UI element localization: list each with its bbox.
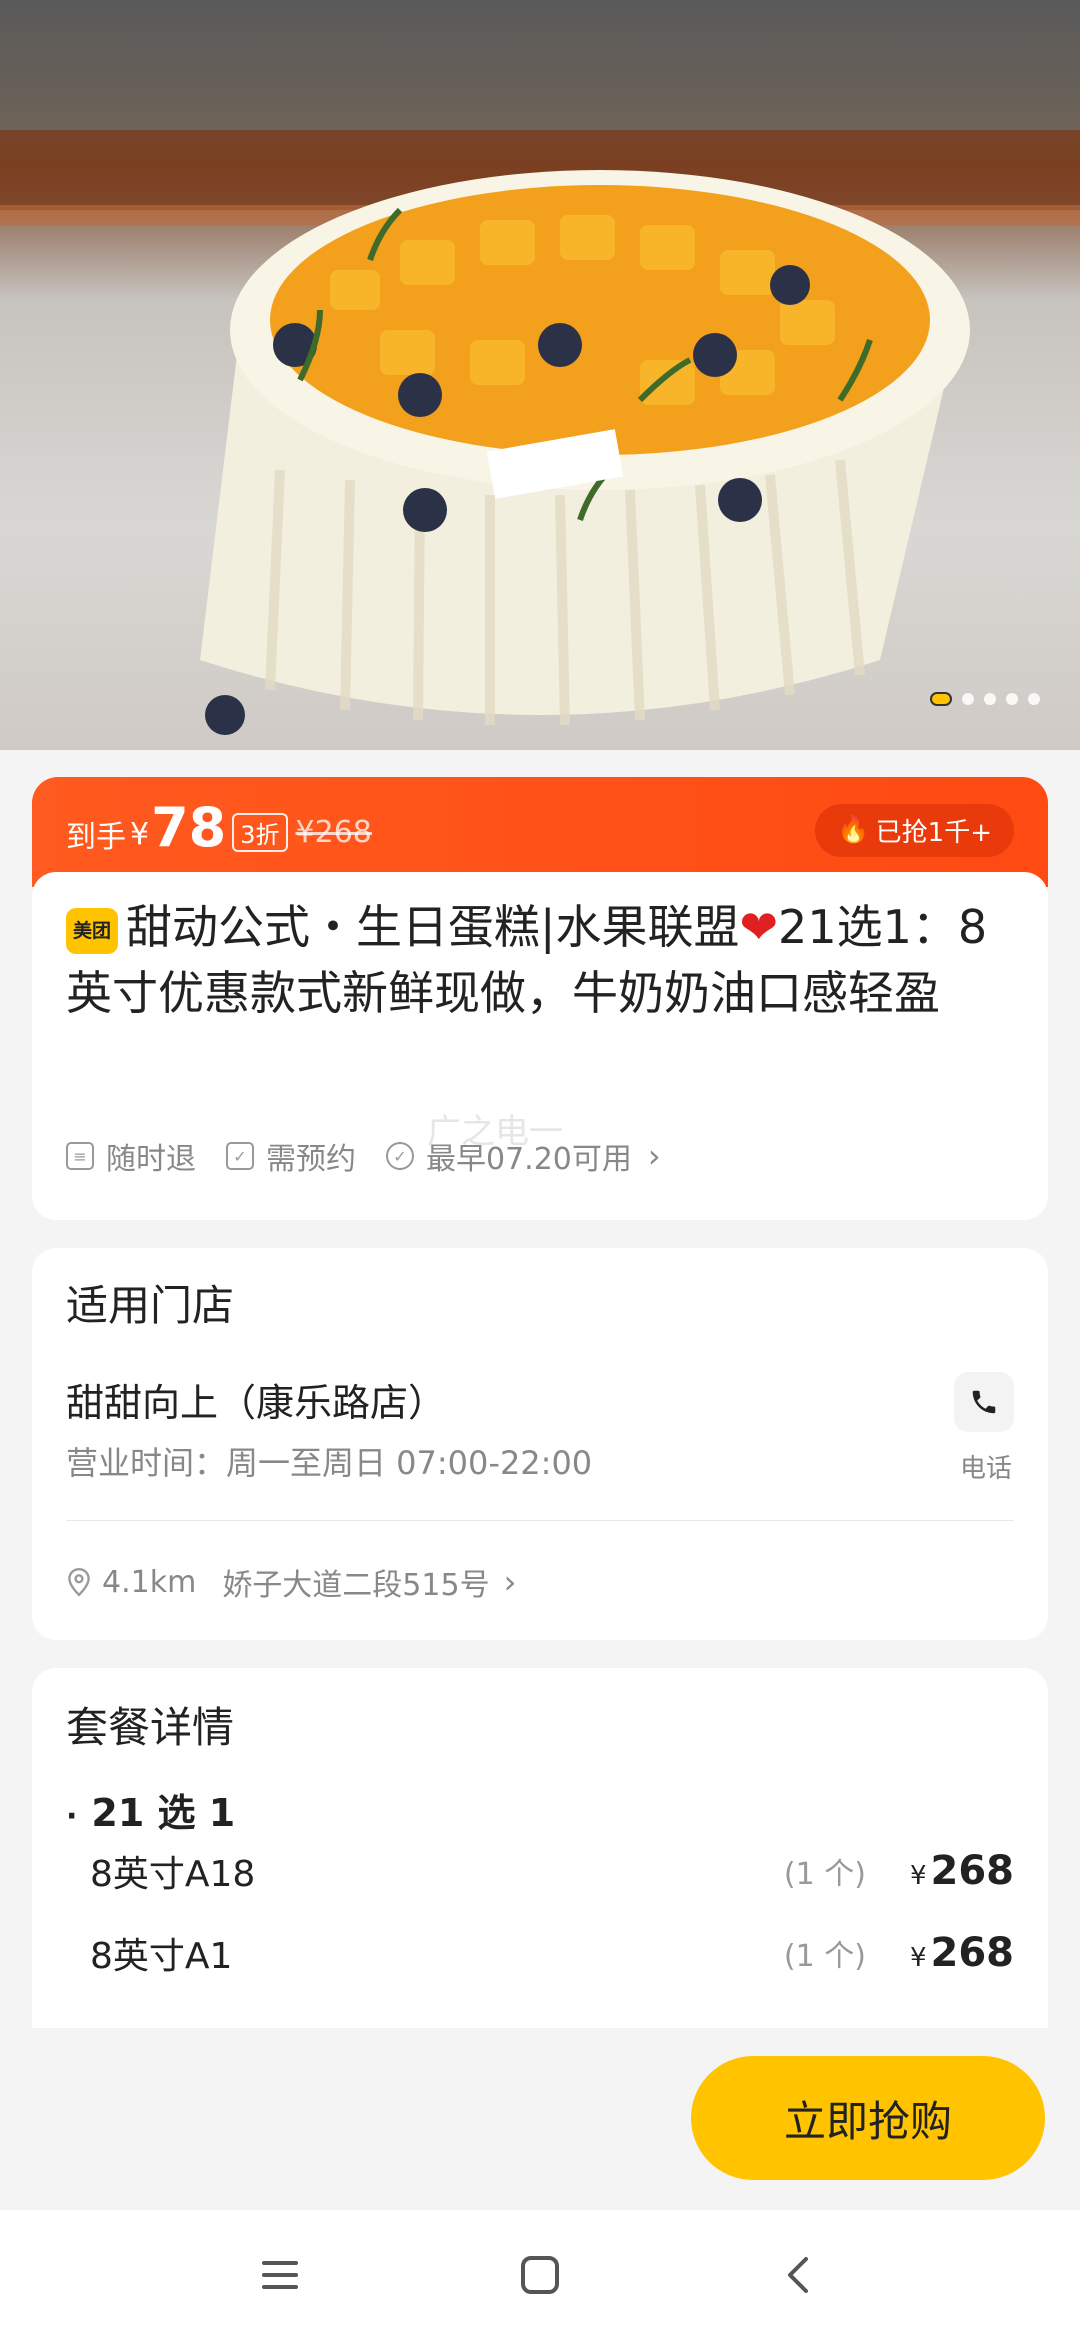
carousel-dot — [1006, 693, 1018, 705]
carousel-dot — [1028, 693, 1040, 705]
fire-icon: 🔥 — [837, 815, 870, 845]
back-button[interactable] — [770, 2245, 830, 2305]
package-item-price: ¥268 — [909, 1930, 1014, 1976]
package-item-price: ¥268 — [909, 1848, 1014, 1894]
store-address-text: 娇子大道二段515号 — [222, 1568, 490, 1603]
product-title-main: 甜动公式・生日蛋糕|水果联盟 — [126, 900, 740, 954]
recents-button[interactable] — [250, 2245, 310, 2305]
carousel-indicator — [930, 692, 1040, 706]
product-image[interactable] — [0, 0, 1080, 750]
heart-icon: ❤ — [739, 900, 779, 954]
service-tags[interactable]: ≡ 随时退 ✓ 需预约 ✓ 最早07.20可用 › — [66, 1134, 661, 1178]
tag-label: 需预约 — [266, 1142, 356, 1177]
carousel-dot — [962, 693, 974, 705]
final-price: 78 — [151, 795, 227, 859]
receipt-icon: ≡ — [66, 1142, 94, 1170]
carousel-dot — [984, 693, 996, 705]
tag-earliest-date: ✓ 最早07.20可用 › — [386, 1134, 661, 1178]
buy-now-button[interactable]: 立即抢购 — [691, 2056, 1045, 2180]
phone-label[interactable]: 电话 — [960, 1448, 1012, 1485]
price-bar: 到手 ¥ 78 3折 ¥268 🔥 已抢1千+ — [32, 777, 1048, 887]
product-info-card: 美团 甜动公式・生日蛋糕|水果联盟❤21选1：8英寸优惠款式新鲜现做，牛奶奶油口感… — [32, 872, 1048, 1220]
package-item-name: 8英寸A1 — [90, 1936, 233, 1977]
package-card: 套餐详情 · 21 选 1 8英寸A18 (1 个) ¥268 8英寸A1 (1 … — [32, 1668, 1048, 2028]
price-currency: ¥ — [130, 816, 150, 852]
home-square-icon — [521, 2256, 559, 2294]
package-item-name: 8英寸A18 — [90, 1854, 256, 1895]
sold-count-label: 已抢1千+ — [875, 817, 992, 848]
back-arrow-icon — [788, 2257, 808, 2293]
carousel-dot-active — [930, 692, 952, 706]
check-circle-icon: ✓ — [386, 1142, 414, 1170]
package-item-qty: (1 个) — [783, 1857, 866, 1892]
store-hours: 营业时间：周一至周日 07:00-22:00 — [66, 1444, 593, 1482]
original-price: ¥268 — [295, 814, 372, 850]
tag-label: 最早07.20可用 — [426, 1142, 632, 1177]
chevron-right-icon: › — [503, 1563, 517, 1601]
sold-count-badge: 🔥 已抢1千+ — [815, 803, 1014, 857]
cake-illustration — [0, 130, 1080, 735]
calendar-check-icon: ✓ — [226, 1142, 254, 1170]
store-card: 适用门店 甜甜向上（康乐路店） 营业时间：周一至周日 07:00-22:00 电… — [32, 1248, 1048, 1640]
price-prefix: 到手 — [66, 820, 126, 855]
home-button[interactable] — [510, 2245, 570, 2305]
package-item: 8英寸A1 (1 个) ¥268 — [90, 1928, 1014, 1978]
package-item-qty: (1 个) — [783, 1939, 866, 1974]
phone-icon — [972, 1390, 996, 1414]
phone-button[interactable] — [954, 1372, 1014, 1432]
store-address[interactable]: 4.1km 娇子大道二段515号 › — [66, 1560, 516, 1604]
package-item: 8英寸A18 (1 个) ¥268 — [90, 1846, 1014, 1896]
meituan-logo: 美团 — [66, 908, 118, 954]
store-distance: 4.1km — [102, 1564, 197, 1600]
store-name[interactable]: 甜甜向上（康乐路店） — [66, 1372, 446, 1427]
section-title-package: 套餐详情 — [66, 1703, 235, 1752]
divider — [66, 1520, 1014, 1521]
product-title: 美团 甜动公式・生日蛋糕|水果联盟❤21选1：8英寸优惠款式新鲜现做，牛奶奶油口感… — [66, 894, 1014, 1026]
package-group-label: · 21 选 1 — [66, 1791, 236, 1835]
menu-icon — [262, 2261, 298, 2289]
tag-refund: ≡ 随时退 — [66, 1134, 196, 1178]
section-title-store: 适用门店 — [66, 1281, 235, 1330]
chevron-right-icon: › — [647, 1137, 661, 1175]
tag-reservation: ✓ 需预约 — [226, 1134, 356, 1178]
location-pin-icon — [68, 1567, 90, 1597]
system-nav-bar — [0, 2210, 1080, 2340]
tag-label: 随时退 — [106, 1142, 196, 1177]
discount-badge: 3折 — [232, 812, 288, 852]
